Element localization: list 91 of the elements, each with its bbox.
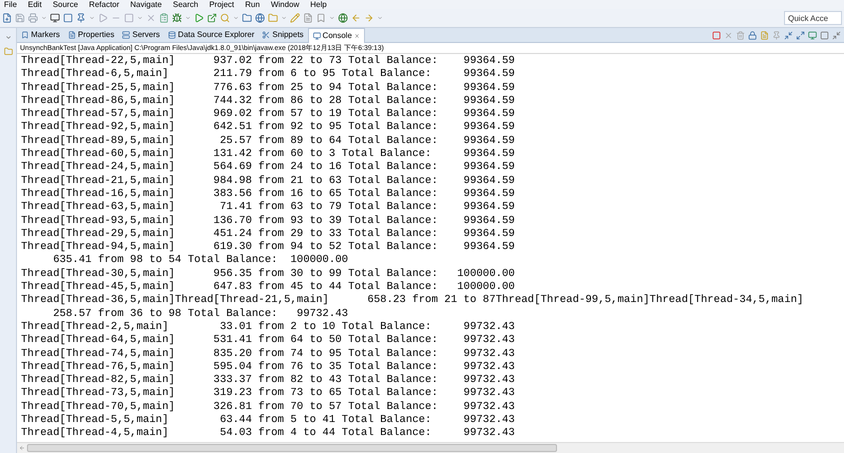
new-file-icon[interactable] <box>2 13 12 23</box>
save-icon[interactable] <box>15 13 25 23</box>
view-tab[interactable]: Properties <box>64 28 118 42</box>
document-icon[interactable] <box>303 13 313 23</box>
quick-access-field[interactable]: Quick Acce <box>784 11 842 25</box>
horizontal-scrollbar[interactable] <box>17 442 844 453</box>
menu-item[interactable]: Run <box>245 0 260 8</box>
minimize-icon[interactable] <box>832 30 841 40</box>
web-icon[interactable] <box>338 13 348 23</box>
console-line: Thread[Thread-29,5,main] 451.24 from 29 to 33 Total Balance: 99364.59 <box>21 228 515 241</box>
console-line: Thread[Thread-30,5,main] 956.35 from 30 to 99 Total Balance: 100000.00 <box>21 268 515 281</box>
console-line: 258.57 from 36 to 98 Total Balance: 99732.43 <box>52 308 348 321</box>
terminate-icon[interactable] <box>712 30 721 40</box>
tab-icon <box>168 31 176 39</box>
console-line: Thread[Thread-94,5,main] 619.30 from 94 to 52 Total Balance: 99364.59 <box>21 241 515 254</box>
dropdown-icon[interactable] <box>329 15 335 21</box>
console-line: Thread[Thread-36,5,main]Thread[Thread-21,5,main] 658.23 from 21 to 87Thread[Thread-99,5,main]Thread[Thread-34,5,main] <box>21 294 804 308</box>
console-line: Thread[Thread-45,5,main] 647.83 from 45 to 44 Total Balance: 100000.00 <box>21 281 515 294</box>
console-line: Thread[Thread-25,5,main] 776.63 from 25 to 94 Total Balance: 99364.59 <box>21 82 515 95</box>
console-line: Thread[Thread-63,5,main] 71.41 from 63 to 79 Total Balance: 99364.59 <box>21 201 515 215</box>
pin-icon[interactable] <box>76 13 86 23</box>
console-line: Thread[Thread-21,5,main] 984.98 from 21 to 63 Total Balance: 99364.59 <box>21 174 515 188</box>
console-line: Thread[Thread-93,5,main] 136.70 from 93 to 39 Total Balance: 99364.59 <box>21 214 515 228</box>
dropdown-icon[interactable] <box>233 15 239 21</box>
tab-icon <box>68 31 76 39</box>
dropdown-icon[interactable] <box>137 15 143 21</box>
console-line: Thread[Thread-57,5,main] 969.02 from 57 to 19 Total Balance: 99364.59 <box>21 108 515 121</box>
run-icon[interactable] <box>194 13 204 23</box>
forward-icon[interactable] <box>364 13 374 23</box>
console-line: Thread[Thread-70,5,main] 326.81 from 70 to 57 Total Balance: 99732.43 <box>21 400 515 414</box>
scroll-lock-icon[interactable] <box>748 30 757 40</box>
console-line: Thread[Thread-92,5,main] 642.51 from 92 to 95 Total Balance: 99364.59 <box>21 121 515 135</box>
pin-console-icon[interactable] <box>772 30 781 40</box>
globe-icon[interactable] <box>255 13 265 23</box>
menu-item[interactable]: Search <box>172 0 198 8</box>
menu-item[interactable]: Edit <box>28 0 42 8</box>
view-tab[interactable]: Console <box>308 28 365 42</box>
console-line: 635.41 from 98 to 54 Total Balance: 100000.00 <box>52 254 348 268</box>
menu-item[interactable]: Navigate <box>130 0 162 8</box>
scrollbar-thumb[interactable] <box>27 444 557 452</box>
menu-item[interactable]: File <box>4 0 17 8</box>
console-line: Thread[Thread-22,5,main] 937.02 from 22 to 73 Total Balance: 99364.59 <box>21 55 515 68</box>
tab-icon <box>21 31 29 39</box>
view-tab[interactable]: Markers <box>17 28 64 42</box>
tab-icon <box>312 32 321 40</box>
list-icon[interactable] <box>159 13 169 23</box>
console-line: Thread[Thread-73,5,main] 319.23 from 73 to 65 Total Balance: 99732.43 <box>21 387 515 401</box>
dropdown-icon[interactable] <box>281 15 287 21</box>
scroll-left-icon[interactable] <box>19 445 25 451</box>
clear-console-icon[interactable] <box>736 30 745 40</box>
folder-icon[interactable] <box>4 47 12 56</box>
square-icon[interactable] <box>63 13 73 23</box>
search-icon[interactable] <box>220 13 230 23</box>
dropdown-icon[interactable] <box>41 15 47 21</box>
menu-item[interactable]: Project <box>209 0 234 8</box>
dropdown-icon[interactable] <box>185 15 191 21</box>
console-line: Thread[Thread-24,5,main] 564.69 from 24 to 16 Total Balance: 99364.59 <box>21 161 515 175</box>
bug-icon[interactable] <box>172 13 182 23</box>
view-tab[interactable]: Snippets <box>258 28 308 42</box>
console-line: Thread[Thread-5,5,main] 63.44 from 5 to 41 Total Balance: 99732.43 <box>21 414 515 427</box>
console-line: Thread[Thread-2,5,main] 33.01 from 2 to 10 Total Balance: 99732.43 <box>21 320 515 334</box>
stop-icon[interactable] <box>124 13 134 23</box>
pencil-icon[interactable] <box>290 13 300 23</box>
back-icon[interactable] <box>351 13 361 23</box>
menu-item[interactable]: Refactor <box>89 0 120 8</box>
monitor-icon[interactable] <box>50 13 60 23</box>
play-icon[interactable] <box>98 13 108 23</box>
console-line: Thread[Thread-60,5,main] 131.42 from 60 to 3 Total Balance: 99364.59 <box>21 148 515 161</box>
close-icon[interactable] <box>354 32 360 38</box>
view-tab[interactable]: Data Source Explorer <box>164 28 258 42</box>
menu-item[interactable]: Window <box>270 0 300 8</box>
console-line: Thread[Thread-86,5,main] 744.32 from 86 to 28 Total Balance: 99364.59 <box>21 94 515 108</box>
bookmark-icon[interactable] <box>316 13 326 23</box>
menu-item[interactable]: Help <box>310 0 327 8</box>
console-line: Thread[Thread-64,5,main] 531.41 from 64 to 50 Total Balance: 99732.43 <box>21 334 515 348</box>
console-line: Thread[Thread-16,5,main] 383.56 from 16 to 65 Total Balance: 99364.59 <box>21 188 515 201</box>
tab-icon <box>122 31 130 39</box>
view-tab[interactable]: Servers <box>118 28 164 42</box>
external-tools-icon[interactable] <box>207 13 217 23</box>
menu-item[interactable]: Source <box>52 0 78 8</box>
dropdown-icon[interactable] <box>89 15 95 21</box>
console-line: Thread[Thread-76,5,main] 595.04 from 76 to 35 Total Balance: 99732.43 <box>21 360 515 374</box>
console-line: Thread[Thread-6,5,main] 211.79 from 6 to 95 Total Balance: 99364.59 <box>21 68 515 82</box>
tab-icon <box>262 31 270 39</box>
folder-icon[interactable] <box>242 13 252 23</box>
dropdown-icon[interactable] <box>377 15 383 21</box>
console-line: Thread[Thread-82,5,main] 333.37 from 82 to 43 Total Balance: 99732.43 <box>21 374 515 387</box>
console-line: Thread[Thread-74,5,main] 835.20 from 74 to 95 Total Balance: 99732.43 <box>21 348 515 361</box>
console-line: Thread[Thread-4,5,main] 54.03 from 4 to 44 Total Balance: 99732.43 <box>21 427 515 441</box>
printer-icon[interactable] <box>28 13 38 23</box>
console-line: Thread[Thread-89,5,main] 25.57 from 89 to 64 Total Balance: 99364.59 <box>21 134 515 148</box>
